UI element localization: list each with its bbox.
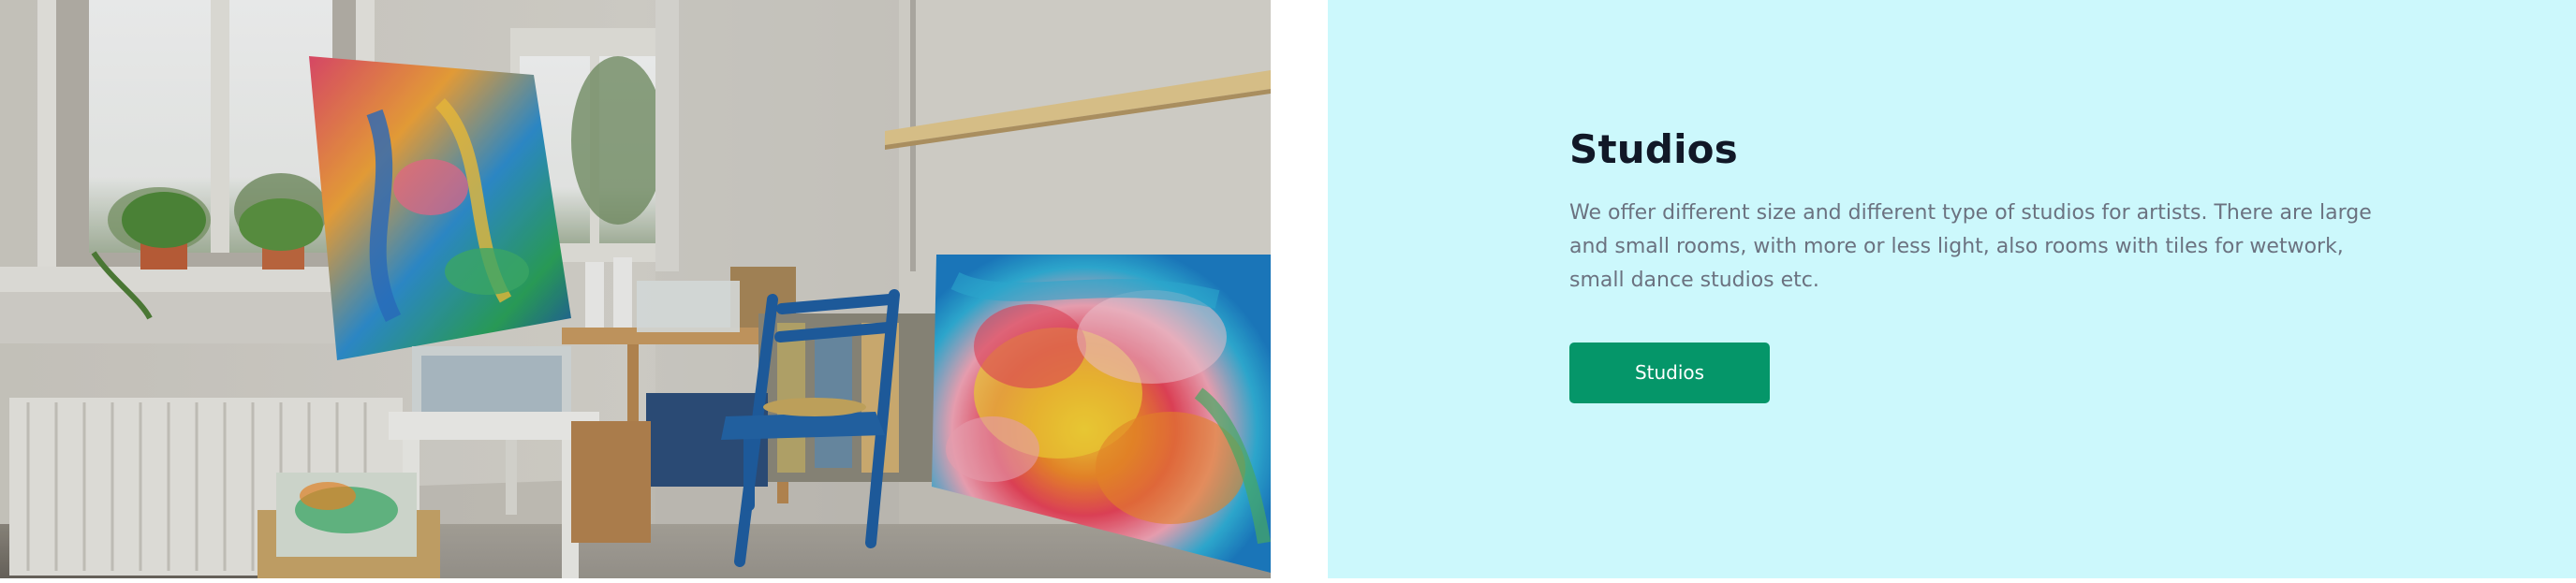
panel-content: Studios We offer different size and diff…	[1569, 122, 2393, 403]
section-title: Studios	[1569, 126, 1738, 172]
studios-feature-panel: Studios We offer different size and diff…	[1328, 0, 2576, 578]
section-description: We offer different size and different ty…	[1569, 201, 2372, 292]
page: Studios We offer different size and diff…	[0, 0, 2576, 583]
studios-button[interactable]: Studios	[1569, 343, 1770, 403]
studio-photo	[0, 0, 1271, 578]
